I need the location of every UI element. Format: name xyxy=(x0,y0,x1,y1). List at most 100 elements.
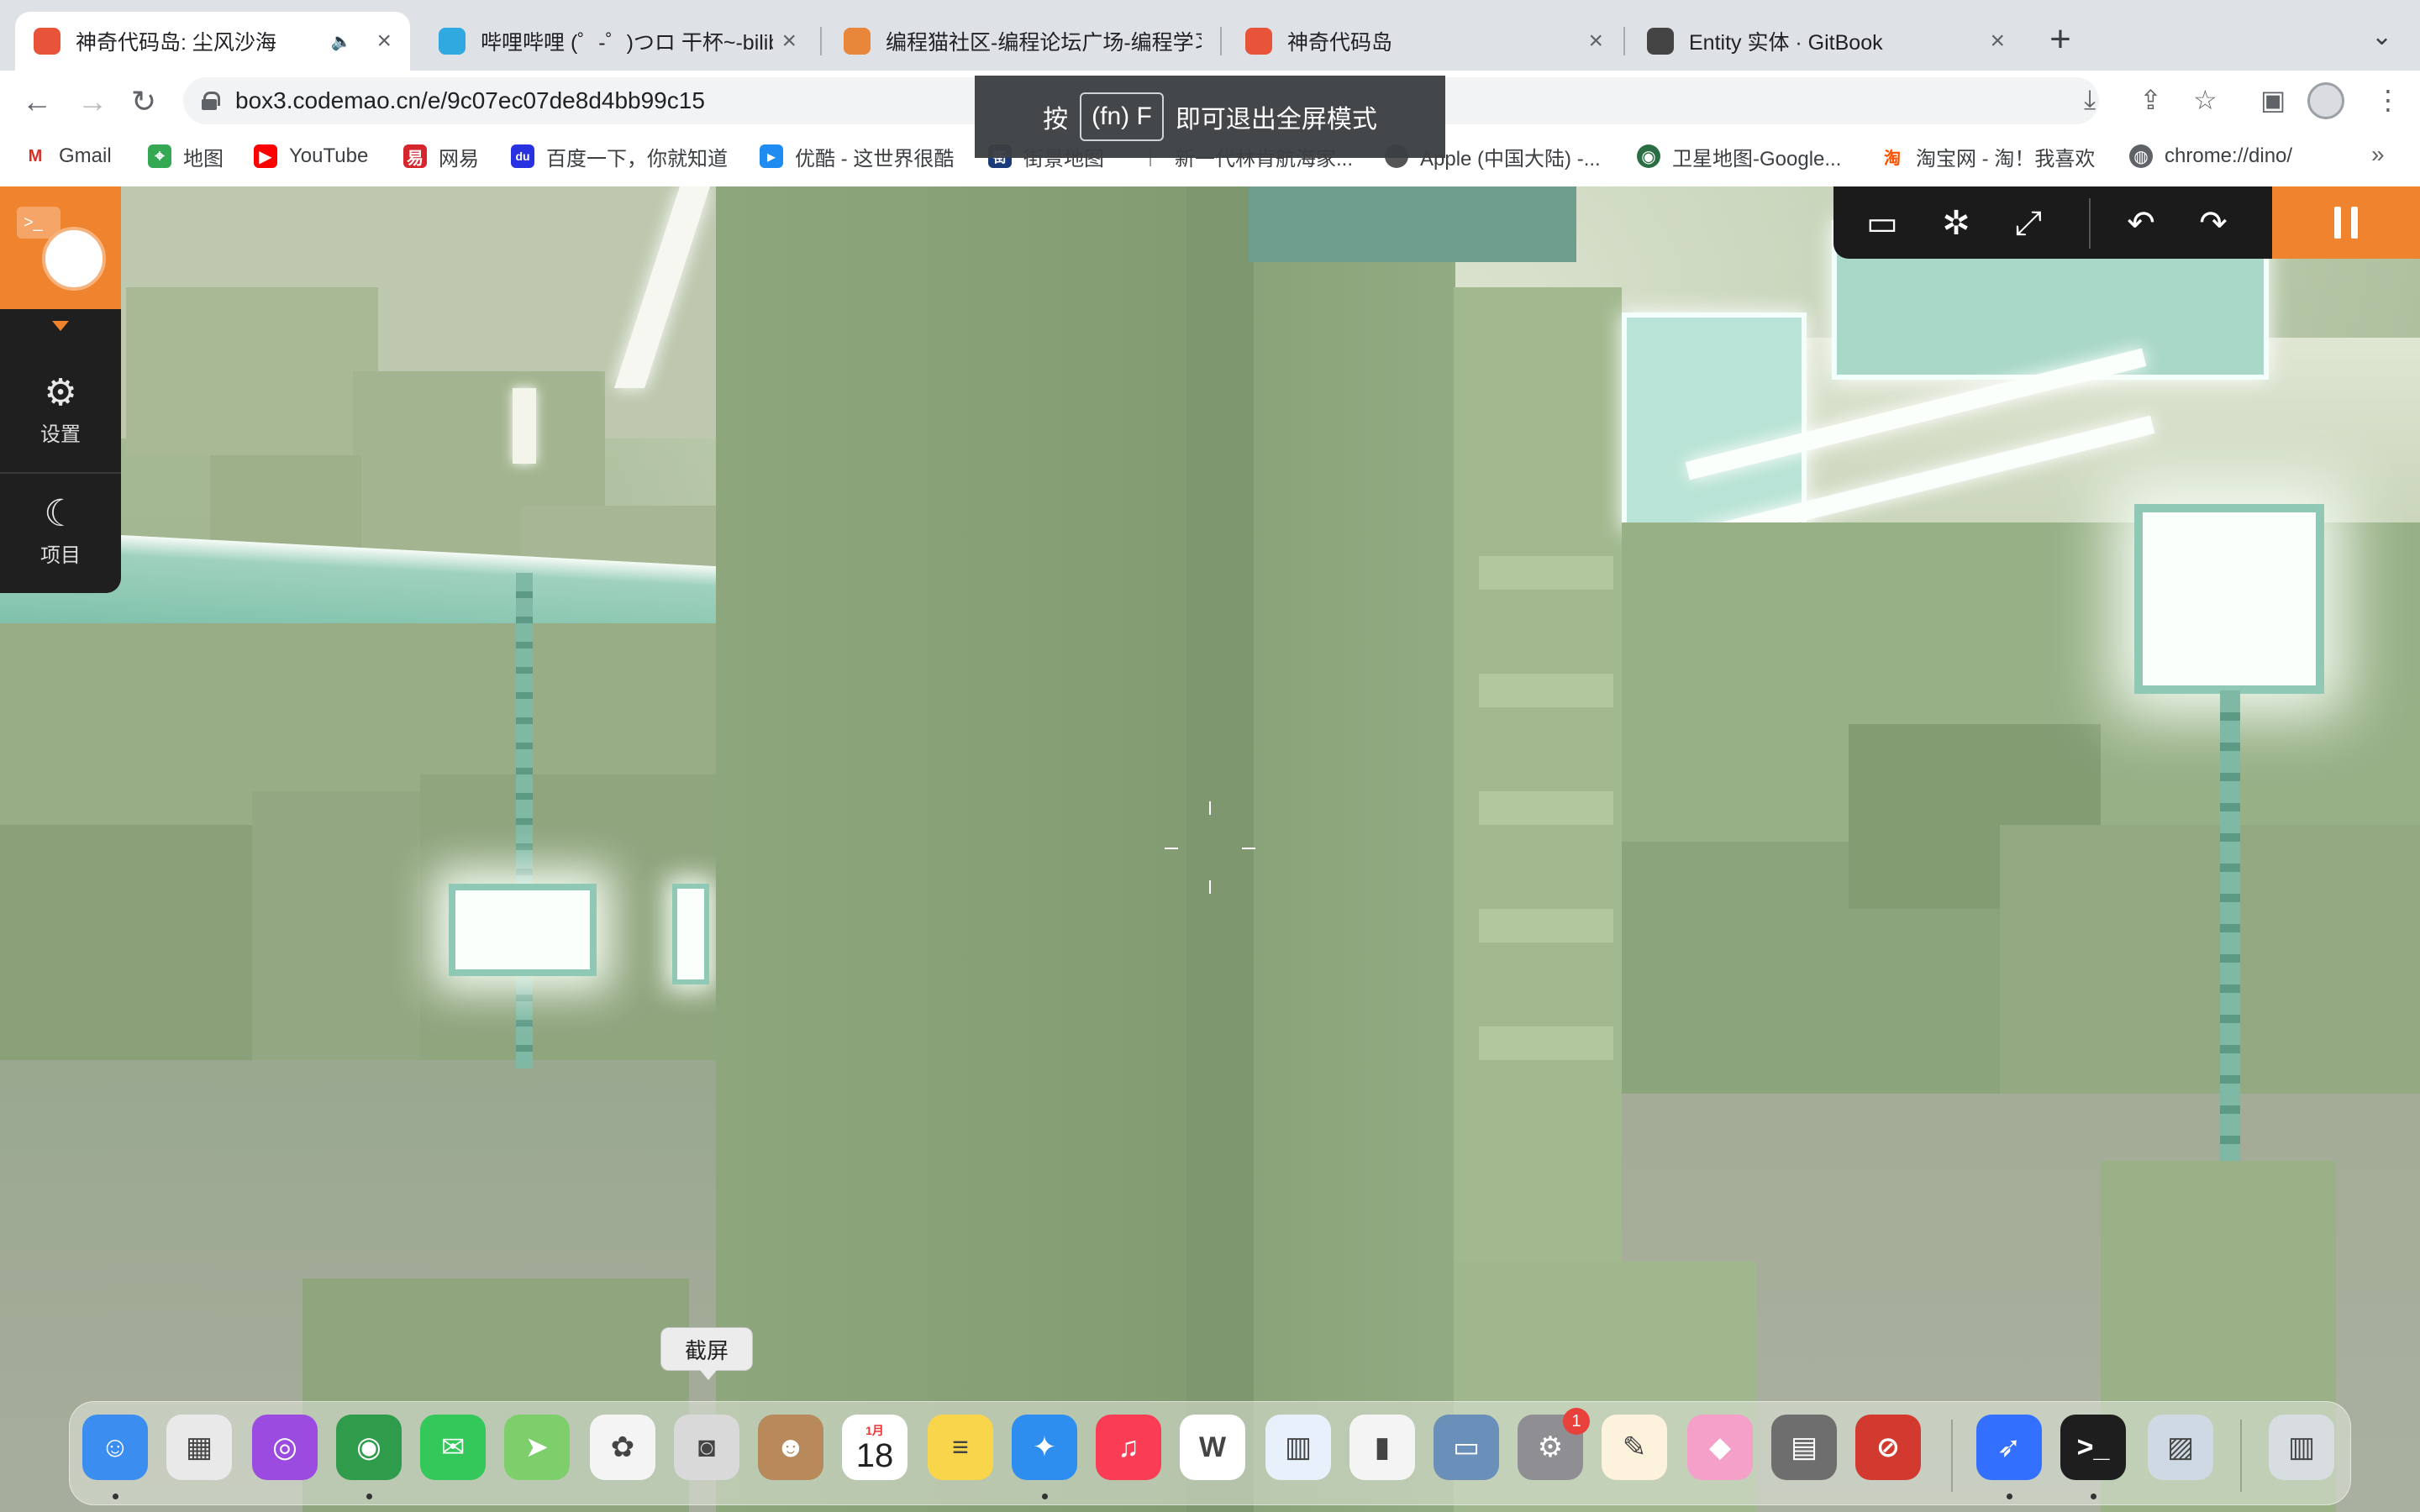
bookmarks-overflow-icon[interactable]: » xyxy=(2371,141,2385,168)
tab-codemao-island[interactable]: 神奇代码岛 × xyxy=(1227,12,1622,71)
dock-app-finder-icon[interactable]: ☺ xyxy=(82,1415,148,1480)
bookmark-youtube[interactable]: ▶ YouTube xyxy=(254,138,368,175)
sidebar-item-project[interactable]: ☾ 项目 xyxy=(0,492,121,568)
sidebar-divider xyxy=(0,472,121,474)
dock-app-wps-icon[interactable]: W xyxy=(1180,1415,1245,1480)
back-arrow-icon[interactable]: ← xyxy=(22,84,52,119)
bookmark-satellite-map[interactable]: ◉ 卫星地图-Google... xyxy=(1637,138,1841,175)
dock-app-launchpad-icon[interactable]: ▦ xyxy=(166,1415,232,1480)
url-text[interactable]: box3.codemao.cn/e/9c07ec07de8d4bb99c15 xyxy=(235,87,705,114)
maps-icon: ⌖ xyxy=(148,144,171,168)
tab-title: 神奇代码岛 xyxy=(1287,31,1393,55)
bookmark-label: 百度一下，你就知道 xyxy=(546,147,728,171)
toast-suffix: 即可退出全屏模式 xyxy=(1175,106,1377,134)
bookmark-taobao[interactable]: 淘淘宝网 - 淘！我喜欢 xyxy=(1881,138,2095,175)
lock-icon[interactable] xyxy=(202,92,220,110)
dock-app-messages-icon[interactable]: ✉ xyxy=(420,1415,486,1480)
bookmark-maps[interactable]: ⌖ 地图 xyxy=(148,138,224,175)
browser-menu-icon[interactable]: ⋮ xyxy=(2375,84,2402,116)
tab-search-chevron-icon[interactable]: ⌄ xyxy=(2371,22,2392,51)
dock-app-contacts-icon[interactable]: ☻ xyxy=(758,1415,823,1480)
terrain-block xyxy=(252,791,420,1094)
fullscreen-toggle-icon[interactable]: ⤢ xyxy=(2007,202,2050,245)
dock-app-trash-icon[interactable]: ▥ xyxy=(2269,1415,2334,1480)
tab-divider xyxy=(820,27,822,55)
moon-icon: ☾ xyxy=(44,493,77,534)
bookmark-gmail[interactable]: M Gmail xyxy=(24,138,112,175)
reload-icon[interactable]: ↻ xyxy=(131,84,156,119)
forward-arrow-icon[interactable]: → xyxy=(77,84,108,119)
sidebar-header[interactable]: >_ xyxy=(0,186,121,331)
gmail-icon: M xyxy=(24,144,47,168)
pause-button[interactable] xyxy=(2272,186,2420,259)
dock-app-pages-icon[interactable]: ✎ xyxy=(1602,1415,1667,1480)
tab-close-icon[interactable]: × xyxy=(781,27,797,55)
dock-divider xyxy=(1951,1420,1953,1492)
dock-app-safari-icon[interactable]: ✦ xyxy=(1012,1415,1077,1480)
running-indicator-dot xyxy=(366,1494,372,1499)
profile-avatar[interactable] xyxy=(2307,82,2344,119)
dock-app-terminal-icon[interactable]: >_ xyxy=(2060,1415,2126,1480)
undo-icon[interactable]: ↶ xyxy=(2119,202,2163,245)
dock-app-keynote-icon[interactable]: ▥ xyxy=(1265,1415,1331,1480)
new-tab-button[interactable]: + xyxy=(2044,18,2077,60)
notification-badge: 1 xyxy=(1563,1408,1590,1435)
user-avatar[interactable] xyxy=(42,227,106,291)
dock-app-numbers-icon[interactable]: ▮ xyxy=(1349,1415,1415,1480)
bookmark-label: 地图 xyxy=(183,147,224,171)
dock-app-grapher-icon[interactable]: ◆ xyxy=(1687,1415,1753,1480)
tab-close-icon[interactable]: × xyxy=(1588,27,1603,55)
dock-app-preview-icon[interactable]: ▨ xyxy=(2148,1415,2213,1480)
tab-bilibili[interactable]: 哔哩哔哩 (゜-゜)つロ 干杯~-bilibili × xyxy=(420,12,815,71)
tab-close-icon[interactable]: × xyxy=(1990,27,2005,55)
game-viewport[interactable] xyxy=(0,186,2420,1512)
glass-tower xyxy=(1622,312,1807,531)
bookmark-chrome-dino[interactable]: ◍ chrome://dino/ xyxy=(2129,138,2292,175)
share-icon[interactable]: ⇪ xyxy=(2139,84,2162,116)
bookmark-label: YouTube xyxy=(289,144,369,167)
dock-app-notes-icon[interactable]: ≡ xyxy=(928,1415,993,1480)
tab-title: 编程猫社区-编程论坛广场-编程学习 xyxy=(886,31,1202,55)
taobao-icon: 淘 xyxy=(1881,144,1904,168)
dock-app-chrome-icon[interactable]: ◉ xyxy=(336,1415,402,1480)
dock-app-calendar-icon[interactable]: 1月 18 xyxy=(842,1415,908,1480)
side-panel-icon[interactable]: ▣ xyxy=(2260,84,2286,116)
chat-bubble-icon[interactable]: ▭ xyxy=(1860,202,1904,245)
bookmark-netease[interactable]: 易网易 xyxy=(403,138,479,175)
dock-app-photos-icon[interactable]: ✿ xyxy=(590,1415,655,1480)
bookmark-baidu[interactable]: du 百度一下，你就知道 xyxy=(511,138,728,175)
globe-icon: ◍ xyxy=(2129,144,2153,168)
tab-codemao-community[interactable]: 编程猫社区-编程论坛广场-编程学习 xyxy=(825,12,1220,71)
redo-icon[interactable]: ↷ xyxy=(2191,202,2235,245)
tab-close-icon[interactable]: × xyxy=(376,27,392,55)
codemao-favicon-icon xyxy=(34,28,60,55)
hanging-chain xyxy=(516,573,533,1068)
bug-icon[interactable]: ✲ xyxy=(1934,202,1978,245)
dock-app-screenshot-folder-icon[interactable]: ▭ xyxy=(1434,1415,1499,1480)
dock-app-maps-icon[interactable]: ➤ xyxy=(504,1415,570,1480)
fullscreen-exit-toast: 按 (fn) F 即可退出全屏模式 xyxy=(975,76,1445,158)
bookmark-youku[interactable]: ▸ 优酷 - 这世界很酷 xyxy=(760,138,954,175)
tab-codemao-island-active[interactable]: 神奇代码岛: 尘风沙海 🔈 × xyxy=(15,12,410,71)
stair-step xyxy=(1479,1026,1613,1060)
tab-divider xyxy=(1220,27,1222,55)
baidu-paw-icon: du xyxy=(511,144,534,168)
dock-divider xyxy=(2240,1420,2242,1492)
sidebar-item-settings[interactable]: ⚙ 设置 xyxy=(0,371,121,447)
dock-app-podcasts-icon[interactable]: ◎ xyxy=(252,1415,318,1480)
sidebar-item-label: 项目 xyxy=(40,544,81,567)
collapse-caret-icon[interactable] xyxy=(52,321,69,331)
tab-gitbook-entity[interactable]: Entity 实体 · GitBook × xyxy=(1628,12,2023,71)
dock-app-instruments-icon[interactable]: ⊘ xyxy=(1855,1415,1921,1480)
gitbook-favicon-icon xyxy=(1647,28,1674,55)
dock-app-feishu-icon[interactable]: ➶ xyxy=(1976,1415,2042,1480)
glowing-lantern xyxy=(2134,504,2324,694)
bookmark-star-icon[interactable]: ☆ xyxy=(2193,84,2217,116)
gear-icon: ⚙ xyxy=(44,372,77,413)
install-app-icon[interactable]: ⤓ xyxy=(2084,84,2096,116)
dock-app-screenshot-icon[interactable]: ◙ xyxy=(674,1415,739,1480)
dock-app-calculator-icon[interactable]: ▤ xyxy=(1771,1415,1837,1480)
running-indicator-dot xyxy=(2007,1494,2012,1499)
speaker-icon[interactable]: 🔈 xyxy=(331,31,352,52)
dock-app-music-icon[interactable]: ♫ xyxy=(1096,1415,1161,1480)
